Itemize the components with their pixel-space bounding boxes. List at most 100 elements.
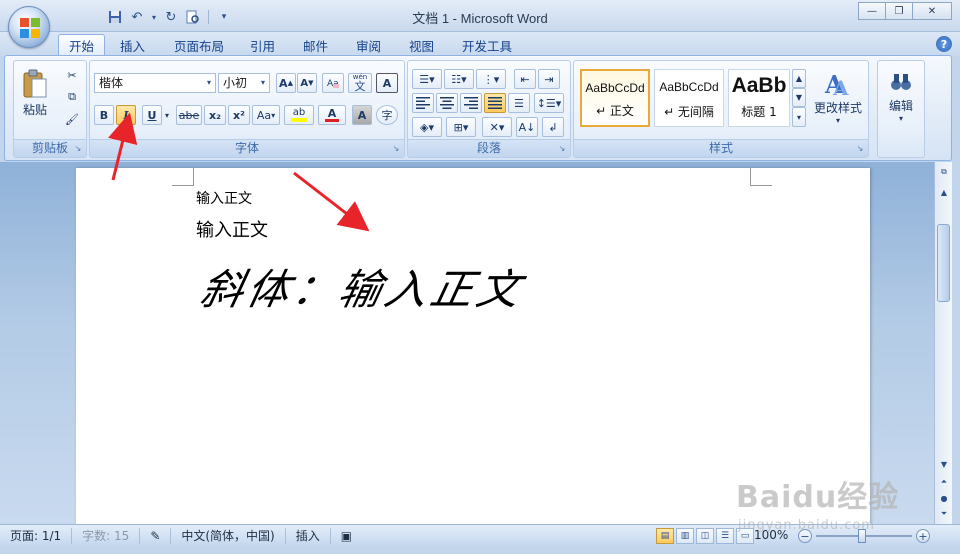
vertical-scrollbar[interactable]: ⧉ ▲ ▼ ⏶ ● ⏷	[934, 162, 952, 524]
style-no-spacing-preview: AaBbCcDd	[659, 80, 719, 94]
change-case-button[interactable]: Aa ▾	[252, 105, 280, 125]
clipboard-launcher-icon[interactable]: ↘	[73, 144, 83, 154]
highlight-button[interactable]: ab	[284, 105, 314, 125]
print-layout-icon[interactable]: ▤	[656, 528, 674, 544]
styles-scroll-down-icon[interactable]: ▼	[792, 88, 806, 107]
watermark-sub: jingyan.baidu.com	[738, 518, 875, 533]
scroll-up-icon[interactable]: ▲	[936, 184, 952, 200]
clipboard-group: 粘贴 ✂ ⧉ 🖌 剪贴板 ↘	[13, 60, 87, 158]
style-normal-name: ↵ 正文	[596, 104, 634, 118]
subscript-button[interactable]: x₂	[204, 105, 226, 125]
ruler-toggle-icon[interactable]: ⧉	[936, 164, 952, 180]
borders-icon[interactable]: ⊞▾	[446, 117, 476, 137]
grow-font-button[interactable]: A ▲	[276, 73, 296, 93]
strikethrough-button[interactable]: abe	[176, 105, 202, 125]
bullets-icon[interactable]: ☰▾	[412, 69, 442, 89]
underline-button[interactable]: U	[142, 105, 162, 125]
paragraph-group: ☰▾ ☷▾ ⋮▾ ⇤ ⇥ ☰ ↕☰▾ ◈▾ ⊞▾ ✕▾ A↓ ↲ 段落 ↘	[407, 60, 571, 158]
show-marks-icon[interactable]: ↲	[542, 117, 564, 137]
char-border-button[interactable]: A	[376, 73, 398, 93]
select-browse-object-icon[interactable]: ●	[936, 490, 952, 506]
align-left-icon[interactable]	[412, 93, 434, 113]
line-spacing-icon[interactable]: ↕☰▾	[534, 93, 564, 113]
bold-button[interactable]: B	[94, 105, 114, 125]
shrink-font-button[interactable]: A ▼	[297, 73, 317, 93]
proofing-icon[interactable]: ✎	[140, 527, 172, 544]
font-name-combo[interactable]: 楷体 ▾	[94, 73, 216, 93]
numbering-icon[interactable]: ☷▾	[444, 69, 474, 89]
distributed-icon[interactable]: ☰	[508, 93, 530, 113]
tab-view[interactable]: 视图	[399, 34, 444, 56]
change-styles-button[interactable]: A A 更改样式 ▾	[810, 65, 866, 129]
window-title: 文档 1 - Microsoft Word	[412, 11, 548, 26]
cut-icon[interactable]: ✂	[62, 65, 82, 85]
italic-button[interactable]: I	[116, 105, 136, 125]
font-color-button[interactable]: A	[318, 105, 346, 125]
body-text-italic[interactable]: 斜体：输入正文	[196, 256, 531, 317]
font-size-value: 小初	[223, 76, 248, 90]
close-button[interactable]: ✕	[912, 2, 952, 20]
baidu-watermark: Baidu经验 jingyan.baidu.com	[736, 472, 899, 533]
copy-icon[interactable]: ⧉	[62, 87, 82, 107]
styles-more-icon[interactable]: ▾	[792, 107, 806, 127]
change-styles-label: 更改样式	[813, 101, 862, 115]
restore-button[interactable]: ❐	[885, 2, 913, 20]
paste-label: 粘贴	[22, 102, 47, 117]
phonetic-guide-button[interactable]: wén 文	[348, 73, 372, 93]
body-text-small[interactable]: 输入正文	[196, 188, 252, 208]
office-button[interactable]	[8, 6, 50, 48]
scrollbar-thumb[interactable]	[937, 224, 950, 302]
paste-button[interactable]: 粘贴	[18, 65, 52, 121]
enclose-chars-button[interactable]: 字	[376, 105, 398, 125]
multilevel-list-icon[interactable]: ⋮▾	[476, 69, 506, 89]
previous-page-icon[interactable]: ⏶	[936, 474, 952, 490]
tab-mailings[interactable]: 邮件	[293, 34, 338, 56]
styles-scroll-up-icon[interactable]: ▲	[792, 69, 806, 88]
web-layout-icon[interactable]: ◫	[696, 528, 714, 544]
zoom-in-icon[interactable]: +	[916, 529, 930, 543]
next-page-icon[interactable]: ⏷	[936, 506, 952, 522]
sort-icon[interactable]: A↓	[516, 117, 538, 137]
increase-indent-icon[interactable]: ⇥	[538, 69, 560, 89]
font-size-combo[interactable]: 小初 ▾	[218, 73, 270, 93]
language-indicator[interactable]: 中文(简体，中国)	[171, 527, 286, 544]
tab-review[interactable]: 审阅	[346, 34, 391, 56]
justify-icon[interactable]	[484, 93, 506, 113]
align-center-icon[interactable]	[436, 93, 458, 113]
scroll-down-icon[interactable]: ▼	[936, 456, 952, 472]
chevron-down-icon: ▾	[260, 78, 265, 87]
word-count[interactable]: 字数: 15	[72, 527, 141, 544]
tab-references[interactable]: 引用	[240, 34, 285, 56]
tab-home[interactable]: 开始	[58, 34, 106, 56]
char-shading-button[interactable]: A	[352, 105, 372, 125]
tab-insert[interactable]: 插入	[110, 34, 155, 56]
body-text-medium[interactable]: 输入正文	[196, 216, 268, 242]
superscript-button[interactable]: x²	[228, 105, 250, 125]
chinese-layout-icon[interactable]: ✕▾	[482, 117, 512, 137]
editing-button[interactable]: 编辑 ▾	[880, 65, 922, 129]
underline-dropdown-icon[interactable]: ▾	[162, 105, 172, 125]
page-indicator[interactable]: 页面: 1/1	[0, 527, 73, 544]
shading-icon[interactable]: ◈▾	[412, 117, 442, 137]
outline-view-icon[interactable]: ☰	[716, 528, 734, 544]
minimize-button[interactable]: —	[858, 2, 886, 20]
style-heading-1[interactable]: AaBb 标题 1	[728, 69, 790, 127]
font-group: 楷体 ▾ 小初 ▾ A ▲ A ▼ Aa wén 文 A B I U ▾ abe x…	[89, 60, 405, 158]
help-icon[interactable]: ?	[936, 36, 952, 52]
style-normal[interactable]: AaBbCcDd ↵ 正文	[580, 69, 650, 127]
align-right-icon[interactable]	[460, 93, 482, 113]
insert-mode[interactable]: 插入	[286, 527, 331, 544]
full-screen-reading-icon[interactable]: ▥	[676, 528, 694, 544]
font-launcher-icon[interactable]: ↘	[391, 144, 401, 154]
style-no-spacing[interactable]: AaBbCcDd ↵ 无间隔	[654, 69, 724, 127]
paragraph-launcher-icon[interactable]: ↘	[557, 144, 567, 154]
document-area: 输入正文 输入正文 斜体：输入正文	[0, 162, 934, 524]
tab-developer[interactable]: 开发工具	[452, 34, 522, 56]
styles-launcher-icon[interactable]: ↘	[855, 144, 865, 154]
format-painter-icon[interactable]: 🖌	[62, 109, 82, 129]
decrease-indent-icon[interactable]: ⇤	[514, 69, 536, 89]
document-page[interactable]: 输入正文 输入正文 斜体：输入正文	[76, 168, 870, 524]
macro-record-icon[interactable]: ▣	[331, 528, 362, 544]
clear-formatting-icon[interactable]: Aa	[322, 73, 344, 93]
tab-page-layout[interactable]: 页面布局	[164, 34, 234, 56]
